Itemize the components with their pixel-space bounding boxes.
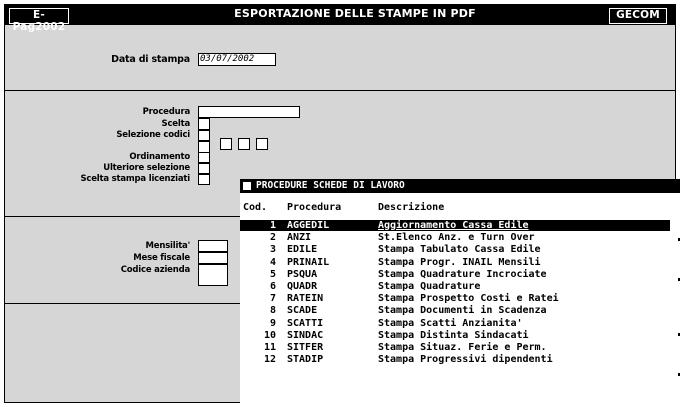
- mese-fiscale-label: Mese fiscale: [133, 253, 190, 263]
- procedure-number: 10: [263, 329, 276, 341]
- procedure-description: Stampa Progressivi dipendenti: [378, 354, 553, 366]
- date-field[interactable]: 03/07/2002: [198, 53, 276, 66]
- popup-title-bar: PROCEDURE SCHEDE DI LAVORO: [240, 179, 680, 193]
- selezione-codici-input-3[interactable]: [238, 138, 250, 150]
- mensilita-label: Mensilita': [145, 241, 191, 251]
- procedure-description: Stampa Distinta Sindacati: [378, 329, 529, 341]
- procedure-description: Stampa Prospetto Costi e Ratei: [378, 293, 559, 305]
- procedure-description: Stampa Situaz. Ferie e Perm.: [378, 342, 547, 353]
- column-header-procedura: Procedura: [287, 202, 342, 213]
- popup-title: PROCEDURE SCHEDE DI LAVORO: [256, 180, 405, 191]
- procedure-description: Aggiornamento Cassa Edile: [378, 220, 529, 231]
- divider: [5, 216, 240, 217]
- list-item[interactable]: 2 ANZI St.Elenco Anz. e Turn Over: [240, 232, 670, 243]
- procedure-popup: PROCEDURE SCHEDE DI LAVORO Cod. Procedur…: [240, 179, 680, 407]
- list-item[interactable]: 7 RATEIN Stampa Prospetto Costi e Ratei: [240, 293, 670, 304]
- list-item[interactable]: 1 AGGEDIL Aggiornamento Cassa Edile: [240, 220, 670, 231]
- procedure-code: PRINAIL: [287, 256, 330, 268]
- procedure-description: Stampa Documenti in Scadenza: [378, 305, 547, 317]
- procedura-input[interactable]: [198, 106, 300, 118]
- procedure-number: 11: [263, 342, 276, 353]
- procedure-description: Stampa Progr. INAIL Mensili: [378, 256, 541, 268]
- list-item[interactable]: 9 SCATTI Stampa Scatti Anzianita': [240, 318, 670, 329]
- procedure-number: 1: [269, 220, 276, 231]
- list-item[interactable]: 4 PRINAIL Stampa Progr. INAIL Mensili: [240, 257, 670, 268]
- list-item[interactable]: 11 SITFER Stampa Situaz. Ferie e Perm.: [240, 342, 670, 353]
- list-item[interactable]: 3 EDILE Stampa Tabulato Cassa Edile: [240, 244, 670, 255]
- procedure-description: Stampa Quadrature: [378, 281, 481, 292]
- procedure-number: 8: [269, 305, 276, 317]
- selezione-codici-input-2[interactable]: [220, 138, 232, 150]
- selezione-codici-label: Selezione codici: [116, 130, 190, 140]
- scelta-stampa-licenziati-label: Scelta stampa licenziati: [80, 174, 190, 184]
- procedure-number: 4: [269, 256, 276, 268]
- ordinamento-label: Ordinamento: [129, 152, 190, 162]
- procedure-number: 2: [269, 232, 276, 244]
- selezione-codici-input-4[interactable]: [256, 138, 268, 150]
- procedure-code: QUADR: [287, 281, 318, 292]
- procedure-number: 3: [269, 244, 276, 256]
- app-version-label: E-Pag2002: [9, 8, 69, 33]
- procedure-description: St.Elenco Anz. e Turn Over: [378, 232, 535, 244]
- list-item[interactable]: 10 SINDAC Stampa Distinta Sindacati: [240, 330, 670, 341]
- selezione-codici-input-0[interactable]: [198, 130, 210, 141]
- procedure-code: SINDAC: [287, 329, 324, 341]
- procedure-description: Stampa Scatti Anzianita': [378, 317, 523, 329]
- procedure-number: 5: [269, 268, 276, 280]
- codice-azienda-label: Codice azienda: [120, 265, 190, 275]
- divider: [5, 303, 240, 304]
- scrollbar[interactable]: [671, 218, 680, 407]
- date-label: Data di stampa: [111, 54, 190, 65]
- procedure-code: SCADE: [287, 305, 318, 317]
- scelta-label: Scelta: [161, 119, 191, 129]
- procedure-description: Stampa Quadrature Incrociate: [378, 268, 547, 280]
- procedure-number: 9: [269, 317, 276, 329]
- mese-fiscale-input[interactable]: [198, 252, 228, 264]
- close-icon[interactable]: [243, 182, 251, 190]
- company-label: GECOM: [609, 8, 667, 24]
- ulteriore-selezione-input[interactable]: [198, 163, 210, 174]
- list-item[interactable]: 5 PSQUA Stampa Quadrature Incrociate: [240, 269, 670, 280]
- column-header-cod: Cod.: [243, 202, 268, 213]
- window-title: ESPORTAZIONE DELLE STAMPE IN PDF: [234, 7, 476, 20]
- procedure-number: 12: [263, 354, 276, 366]
- mensilita-input[interactable]: [198, 240, 228, 252]
- scelta-stampa-licenziati-input[interactable]: [198, 174, 210, 185]
- procedure-code: SCATTI: [287, 317, 324, 329]
- procedure-code: SITFER: [287, 342, 324, 353]
- column-header-descrizione: Descrizione: [378, 202, 445, 213]
- procedure-code: EDILE: [287, 244, 318, 256]
- procedure-number: 7: [269, 293, 276, 305]
- procedure-code: STADIP: [287, 354, 324, 366]
- procedura-label: Procedura: [142, 107, 191, 117]
- divider: [5, 90, 675, 91]
- codice-azienda-input[interactable]: [198, 264, 228, 286]
- title-bar: E-Pag2002 ESPORTAZIONE DELLE STAMPE IN P…: [5, 5, 675, 33]
- list-item[interactable]: 12 STADIP Stampa Progressivi dipendenti: [240, 354, 670, 365]
- procedure-number: 6: [269, 281, 276, 292]
- procedure-description: Stampa Tabulato Cassa Edile: [378, 244, 541, 256]
- list-item[interactable]: 6 QUADR Stampa Quadrature: [240, 281, 670, 292]
- ordinamento-input[interactable]: [198, 152, 210, 163]
- procedure-code: ANZI: [287, 232, 312, 244]
- ulteriore-selezione-label: Ulteriore selezione: [103, 163, 190, 173]
- list-item[interactable]: 8 SCADE Stampa Documenti in Scadenza: [240, 305, 670, 316]
- procedure-code: PSQUA: [287, 268, 318, 280]
- scelta-input[interactable]: [198, 118, 210, 130]
- procedure-code: RATEIN: [287, 293, 324, 305]
- procedure-code: AGGEDIL: [287, 220, 330, 231]
